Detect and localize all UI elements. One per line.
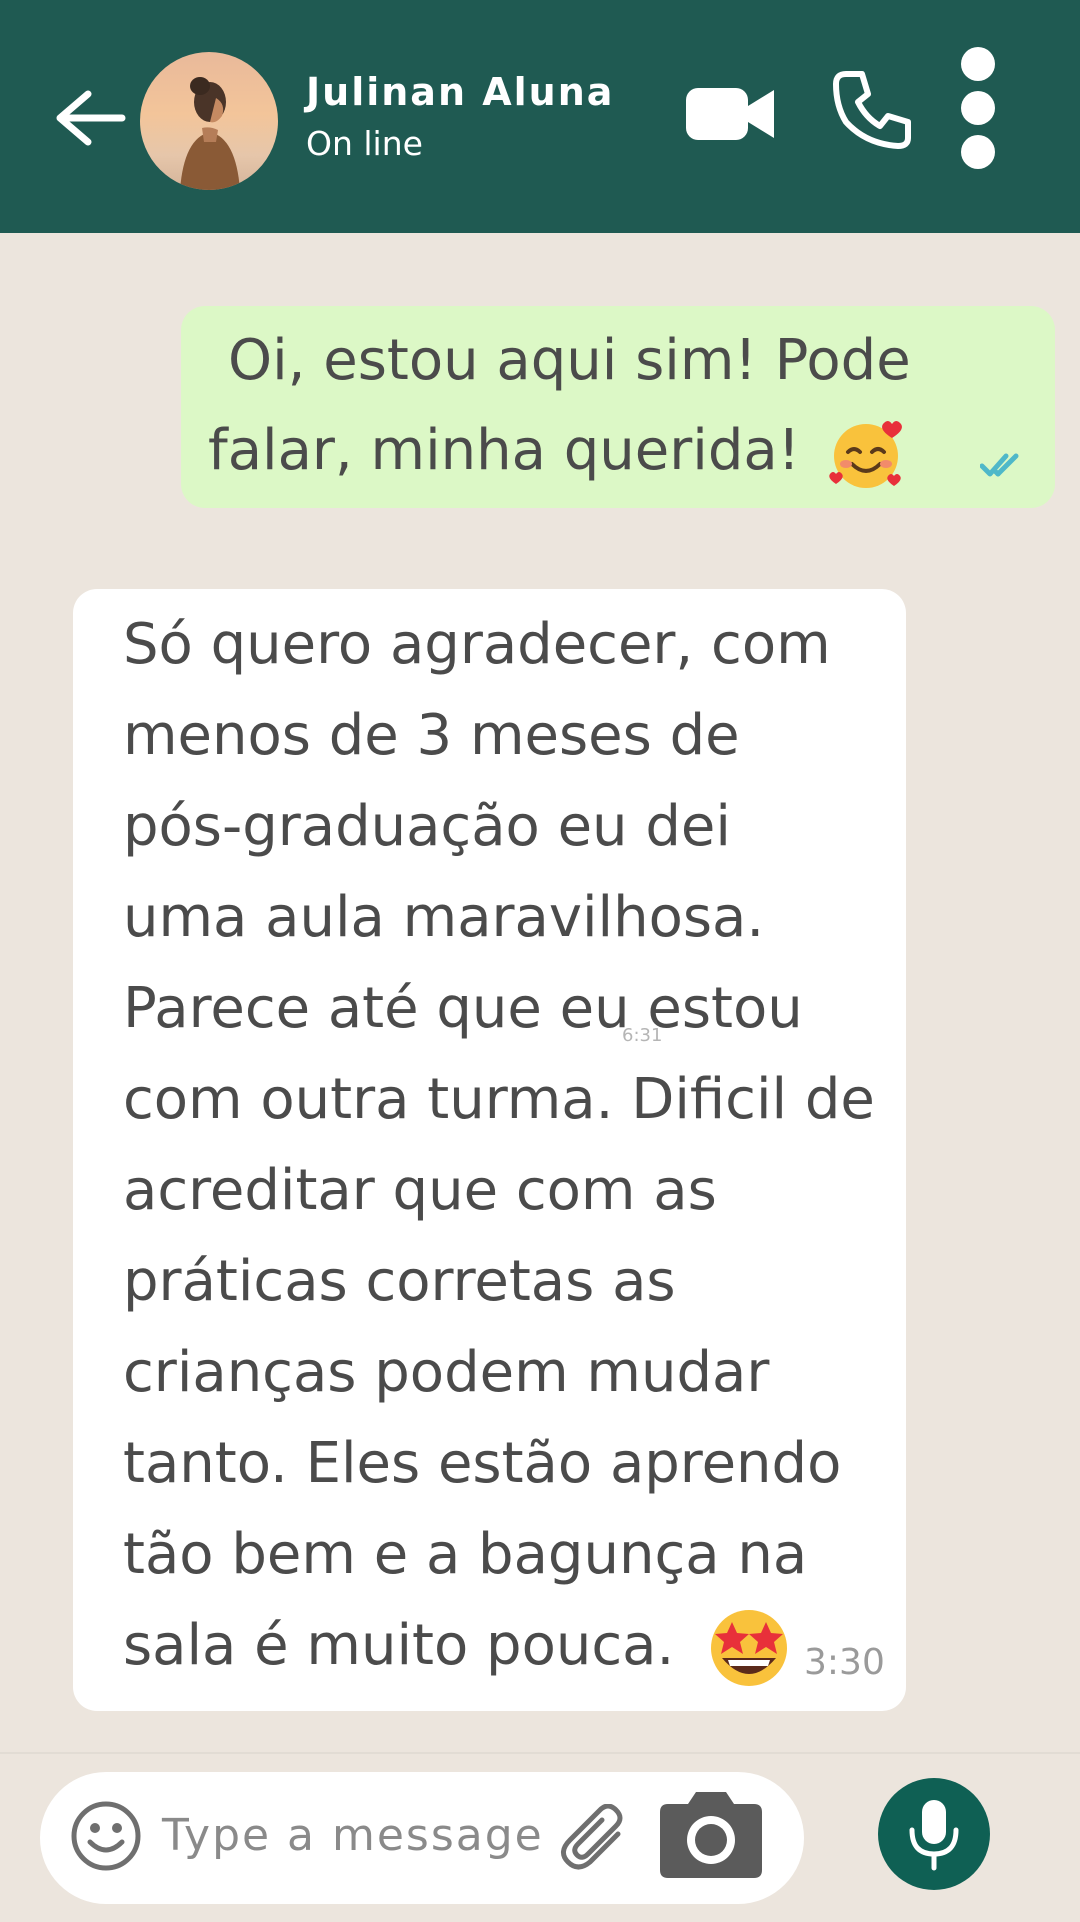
- avatar[interactable]: [140, 52, 278, 190]
- more-vertical-icon[interactable]: [956, 46, 1000, 170]
- incoming-message-line: sala é muito pouca.: [123, 1613, 675, 1678]
- incoming-message-line: uma aula maravilhosa.: [123, 885, 765, 950]
- paperclip-icon[interactable]: [560, 1803, 630, 1874]
- double-check-read-icon: [979, 450, 1026, 480]
- outgoing-message-line: Oi, estou aqui sim! Pode: [228, 328, 911, 393]
- incoming-message-line: pós-graduação eu dei: [123, 794, 731, 859]
- incoming-message-line: com outra turma. Dificil de: [123, 1067, 875, 1132]
- arrow-left-icon[interactable]: [52, 88, 128, 148]
- camera-icon[interactable]: [658, 1790, 764, 1880]
- incoming-message-line: menos de 3 meses de: [123, 703, 740, 768]
- smiling-face-with-hearts-icon: [828, 418, 906, 494]
- outgoing-message-line: falar, minha querida!: [208, 418, 801, 483]
- phone-icon[interactable]: [832, 70, 912, 150]
- incoming-message-line: acreditar que com as: [123, 1158, 717, 1223]
- microphone-button[interactable]: [878, 1778, 990, 1890]
- contact-name[interactable]: Julinan Aluna: [306, 70, 614, 114]
- video-camera-icon[interactable]: [684, 84, 776, 144]
- overlay-timestamp: 6:31: [622, 1025, 663, 1046]
- incoming-message-line: Parece até que eu estou: [123, 976, 803, 1041]
- microphone-icon: [909, 1800, 959, 1871]
- star-struck-icon: [702, 1604, 796, 1694]
- incoming-message-line: Só quero agradecer, com: [123, 612, 831, 677]
- smiley-icon[interactable]: [70, 1800, 142, 1872]
- incoming-message-line: tão bem e a bagunça na: [123, 1522, 808, 1587]
- incoming-message-line: práticas corretas as: [123, 1249, 676, 1314]
- chat-header: Julinan Aluna On line: [0, 0, 1080, 233]
- message-timestamp: 3:30: [804, 1642, 885, 1683]
- contact-status: On line: [306, 124, 423, 163]
- incoming-message-line: tanto. Eles estão aprendo: [123, 1431, 842, 1496]
- message-input-placeholder[interactable]: Type a message: [162, 1810, 544, 1861]
- incoming-message-line: crianças podem mudar: [123, 1340, 770, 1405]
